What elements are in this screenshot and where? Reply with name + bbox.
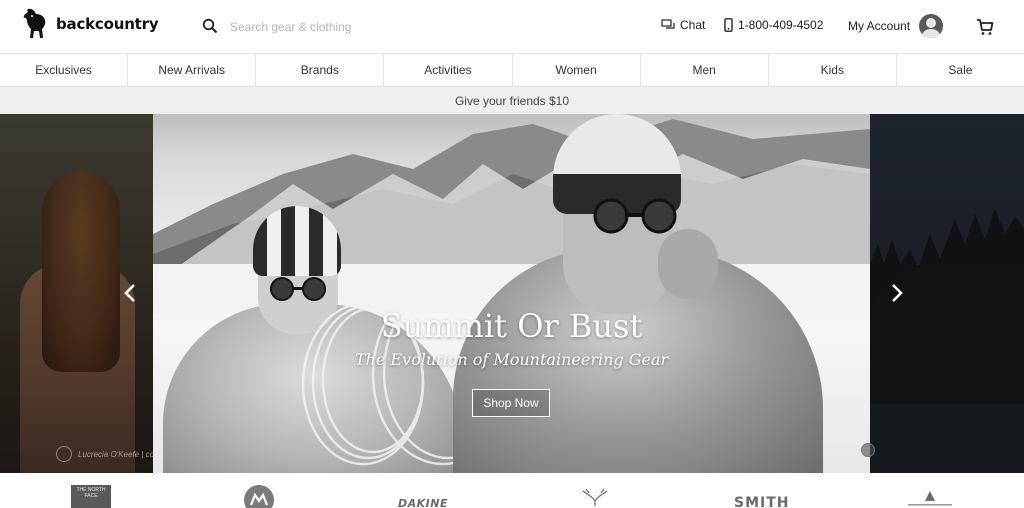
nav-item-men[interactable]: Men: [641, 54, 769, 86]
nav-item-exclusives[interactable]: Exclusives: [0, 54, 129, 86]
promo-text: Give your friends $10: [454, 93, 570, 108]
logo-text: backcountry: [56, 15, 159, 33]
site-header: backcountry Chat 1-800-409-4502 My Accou…: [0, 0, 1024, 54]
user-avatar-icon: [919, 14, 944, 38]
nav-item-sale[interactable]: Sale: [897, 54, 1024, 86]
brand-logos-strip: THE NORTH FACE DAKINE SMITH: [0, 473, 1024, 508]
phone-icon: [724, 18, 733, 32]
chat-link[interactable]: Chat: [661, 18, 705, 32]
phone-link[interactable]: 1-800-409-4502: [724, 18, 823, 32]
photo-credit: Lucrecia O'Keefe | co: [56, 446, 154, 462]
photo-credit-text: Lucrecia O'Keefe | co: [78, 449, 155, 459]
nav-item-activities[interactable]: Activities: [384, 54, 513, 86]
dark-water-image: [870, 404, 1024, 473]
my-account-link[interactable]: My Account: [848, 14, 944, 38]
main-nav: Exclusives New Arrivals Brands Activitie…: [0, 54, 1024, 87]
brand-tnf[interactable]: THE NORTH FACE: [71, 485, 111, 508]
nav-item-kids[interactable]: Kids: [769, 54, 897, 86]
cart-icon[interactable]: [976, 18, 994, 36]
carousel-indicator[interactable]: [861, 443, 875, 457]
shop-now-button[interactable]: Shop Now: [472, 389, 550, 417]
brand-smith[interactable]: SMITH: [734, 495, 790, 508]
camera-icon: [56, 446, 72, 462]
brand-tnf-text: THE NORTH FACE: [76, 487, 106, 499]
hero-subtitle: The Evolution of Mountaineering Gear: [354, 350, 669, 369]
phone-number: 1-800-409-4502: [738, 18, 824, 32]
marmot-m-icon: [249, 492, 269, 506]
climber-right-hand: [658, 229, 718, 299]
chat-label: Chat: [680, 18, 706, 32]
brand-marmot-logo[interactable]: [244, 485, 274, 508]
brand-dakine[interactable]: DAKINE: [398, 497, 448, 508]
hero-title: Summit Or Bust: [380, 307, 643, 345]
goat-logo-icon: [23, 8, 46, 39]
nav-item-women[interactable]: Women: [513, 54, 641, 86]
arcteryx-bird-icon[interactable]: [580, 487, 610, 507]
search-input[interactable]: [230, 14, 560, 40]
nav-item-new-arrivals[interactable]: New Arrivals: [128, 54, 257, 86]
glacier-glasses-icon: [593, 198, 677, 234]
hero-slide[interactable]: Summit Or Bust The Evolution of Mountain…: [153, 114, 870, 473]
hero-carousel: Lucrecia O'Keefe | co Summit Or Bust The…: [0, 114, 1024, 473]
logo[interactable]: backcountry: [22, 8, 159, 40]
chevron-right-icon[interactable]: [886, 282, 906, 304]
promo-banner[interactable]: Give your friends $10: [0, 87, 1024, 114]
account-label: My Account: [848, 19, 911, 33]
chat-icon: [661, 19, 675, 29]
nav-item-brands[interactable]: Brands: [256, 54, 385, 86]
outdoor-research-logo-icon[interactable]: [900, 489, 960, 508]
chevron-left-icon[interactable]: [121, 282, 141, 304]
search-icon[interactable]: [202, 18, 218, 34]
